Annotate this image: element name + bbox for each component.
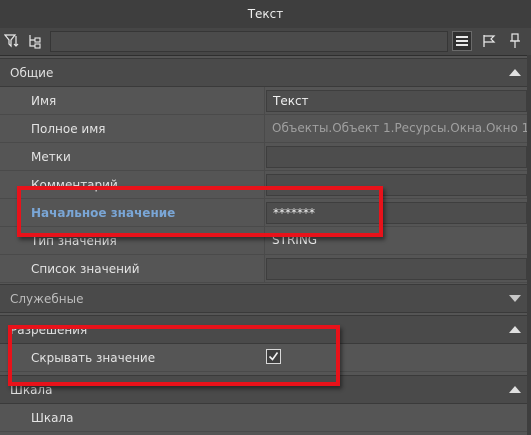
toolbar bbox=[0, 28, 531, 56]
panel-title-bar: Текст bbox=[0, 0, 531, 29]
section-scale-label: Шкала bbox=[10, 383, 53, 397]
property-label-full-name: Полное имя bbox=[31, 122, 106, 136]
property-row-comment: Комментарий bbox=[0, 171, 527, 199]
collapse-up-icon[interactable] bbox=[509, 69, 521, 76]
property-label-name: Имя bbox=[31, 94, 57, 108]
name-field[interactable]: Текст bbox=[266, 90, 527, 112]
collapse-up-icon[interactable] bbox=[509, 326, 521, 333]
expand-down-icon[interactable] bbox=[509, 295, 521, 302]
filter-icon[interactable] bbox=[2, 31, 22, 51]
property-label-comment: Комментарий bbox=[31, 178, 118, 192]
checkmark-icon bbox=[268, 352, 279, 361]
initial-value-field[interactable]: ******* bbox=[266, 202, 527, 224]
list-view-icon[interactable] bbox=[452, 31, 472, 51]
section-permissions[interactable]: Разрешения bbox=[0, 315, 527, 344]
panel-title: Текст bbox=[247, 7, 284, 21]
property-label-tags: Метки bbox=[31, 150, 71, 164]
section-general-label: Общие bbox=[10, 66, 54, 80]
comment-field[interactable] bbox=[266, 174, 527, 196]
full-name-field: Объекты.Объект 1.Ресурсы.Окна.Окно 1.Схе… bbox=[272, 121, 527, 135]
value-list-field[interactable] bbox=[266, 258, 527, 280]
toolbar-spacer-field bbox=[50, 31, 448, 52]
property-row-value-type: Тип значения STRING bbox=[0, 227, 527, 255]
property-row-hide-value: Скрывать значение bbox=[0, 344, 527, 372]
property-row-initial-value: Начальное значение ******* bbox=[0, 199, 527, 227]
scrollbar[interactable] bbox=[527, 55, 531, 435]
section-general[interactable]: Общие bbox=[0, 58, 527, 87]
property-label-initial-value: Начальное значение bbox=[31, 206, 176, 220]
collapse-up-icon[interactable] bbox=[509, 386, 521, 393]
property-label-hide-value: Скрывать значение bbox=[31, 351, 156, 365]
section-scale[interactable]: Шкала bbox=[0, 375, 527, 404]
flag-icon[interactable] bbox=[479, 31, 499, 51]
property-label-value-type: Тип значения bbox=[31, 234, 117, 248]
tree-pin-icon[interactable] bbox=[25, 31, 45, 51]
property-row-name: Имя Текст bbox=[0, 87, 527, 115]
property-row-full-name: Полное имя Объекты.Объект 1.Ресурсы.Окна… bbox=[0, 115, 527, 143]
property-row-tags: Метки bbox=[0, 143, 527, 171]
hide-value-checkbox[interactable] bbox=[266, 349, 281, 364]
property-label-scale: Шкала bbox=[31, 411, 74, 425]
section-service[interactable]: Служебные bbox=[0, 284, 527, 313]
pin-icon[interactable] bbox=[505, 31, 525, 51]
tags-field[interactable] bbox=[266, 146, 527, 168]
property-row-scale: Шкала bbox=[0, 404, 527, 432]
value-type-field[interactable]: STRING bbox=[266, 230, 527, 252]
property-row-value-list: Список значений bbox=[0, 255, 527, 283]
section-permissions-label: Разрешения bbox=[10, 323, 88, 337]
property-label-value-list: Список значений bbox=[31, 262, 140, 276]
section-service-label: Служебные bbox=[10, 292, 84, 306]
